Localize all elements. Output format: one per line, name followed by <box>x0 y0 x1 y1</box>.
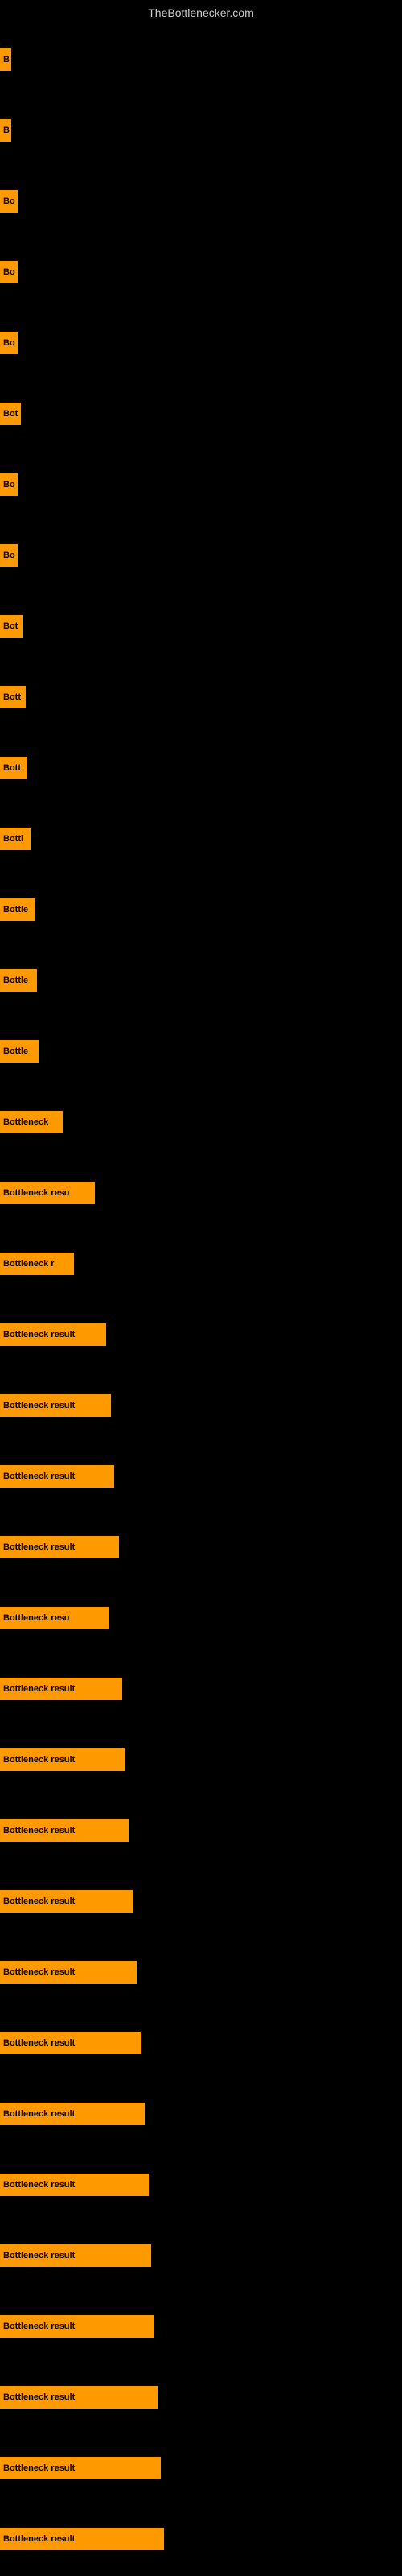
bar-row: Bottleneck result <box>0 2149 402 2220</box>
bar-label: Bottleneck result <box>0 1465 114 1488</box>
bar-label: Bottleneck resu <box>0 1182 95 1204</box>
bar-label: Bo <box>0 473 18 496</box>
bar-label: Bottle <box>0 969 37 992</box>
bar-row: Bottle <box>0 874 402 945</box>
bar-row: B <box>0 24 402 95</box>
bar-label: Bot <box>0 402 21 425</box>
bar-row: Bottleneck result <box>0 1937 402 2008</box>
bar-label: Bottl <box>0 828 31 850</box>
bar-label: Bott <box>0 686 26 708</box>
bar-row: Bot <box>0 591 402 662</box>
bar-row: Bottleneck result <box>0 1299 402 1370</box>
bar-row: Bottl <box>0 803 402 874</box>
bar-row: Bottleneck <box>0 1087 402 1158</box>
bar-label: Bottleneck result <box>0 1819 129 1842</box>
bar-row: B <box>0 95 402 166</box>
bar-row: Bottleneck result <box>0 2079 402 2149</box>
bar-label: Bottleneck result <box>0 2457 161 2479</box>
bar-row: Bot <box>0 378 402 449</box>
bar-row: Bo <box>0 520 402 591</box>
bar-row: Bottleneck result <box>0 1866 402 1937</box>
bar-label: Bottleneck <box>0 1111 63 1133</box>
bar-row: Bottleneck result <box>0 2362 402 2433</box>
bar-label: B <box>0 119 11 142</box>
bar-row: Bottleneck result <box>0 1441 402 1512</box>
bar-row: Bo <box>0 166 402 237</box>
bar-label: Bottle <box>0 1040 39 1063</box>
bar-label: Bottleneck result <box>0 2528 164 2550</box>
site-title: TheBottlenecker.com <box>0 0 402 23</box>
bar-row: Bo <box>0 449 402 520</box>
bars-container: B B Bo Bo Bo Bot Bo Bo Bot Bott Bott Bottl Bottle Bot… <box>0 24 402 2574</box>
bar-label: Bo <box>0 544 18 567</box>
bar-row: Bo <box>0 237 402 308</box>
bar-label: Bo <box>0 190 18 213</box>
bar-label: Bo <box>0 261 18 283</box>
bar-label: Bot <box>0 615 23 638</box>
bar-label: Bottleneck result <box>0 1748 125 1771</box>
bar-row: Bottleneck resu <box>0 1583 402 1653</box>
bar-row: Bottle <box>0 1016 402 1087</box>
bar-row: Bottleneck result <box>0 1512 402 1583</box>
bar-row: Bottleneck result <box>0 1795 402 1866</box>
bar-label: Bottleneck result <box>0 1961 137 1984</box>
bar-row: Bottleneck result <box>0 2008 402 2079</box>
bar-label: Bottleneck resu <box>0 1607 109 1629</box>
bar-row: Bottleneck resu <box>0 1158 402 1228</box>
bar-row: Bottleneck result <box>0 2220 402 2291</box>
bar-label: Bottle <box>0 898 35 921</box>
bar-label: Bottleneck result <box>0 2174 149 2196</box>
bar-row: Bottleneck result <box>0 2291 402 2362</box>
bar-row: Bottleneck result <box>0 1370 402 1441</box>
bar-row: Bottleneck result <box>0 2504 402 2574</box>
bar-label: Bottleneck result <box>0 2032 141 2054</box>
bar-label: Bottleneck result <box>0 1394 111 1417</box>
bar-row: Bottleneck result <box>0 1724 402 1795</box>
bar-label: Bottleneck result <box>0 2244 151 2267</box>
bar-label: Bottleneck result <box>0 1536 119 1558</box>
bar-label: Bott <box>0 757 27 779</box>
bar-label: Bottleneck result <box>0 1323 106 1346</box>
bar-row: Bottleneck result <box>0 1653 402 1724</box>
bar-label: Bottleneck result <box>0 1890 133 1913</box>
bar-label: Bottleneck result <box>0 2386 158 2409</box>
bar-label: Bottleneck r <box>0 1253 74 1275</box>
bar-row: Bottleneck result <box>0 2433 402 2504</box>
bar-label: Bottleneck result <box>0 1678 122 1700</box>
bar-row: Bott <box>0 733 402 803</box>
bar-row: Bo <box>0 308 402 378</box>
bar-label: Bottleneck result <box>0 2103 145 2125</box>
bar-row: Bottle <box>0 945 402 1016</box>
bar-label: Bottleneck result <box>0 2315 154 2338</box>
bar-row: Bottleneck r <box>0 1228 402 1299</box>
bar-label: Bo <box>0 332 18 354</box>
bar-label: B <box>0 48 11 71</box>
bar-row: Bott <box>0 662 402 733</box>
